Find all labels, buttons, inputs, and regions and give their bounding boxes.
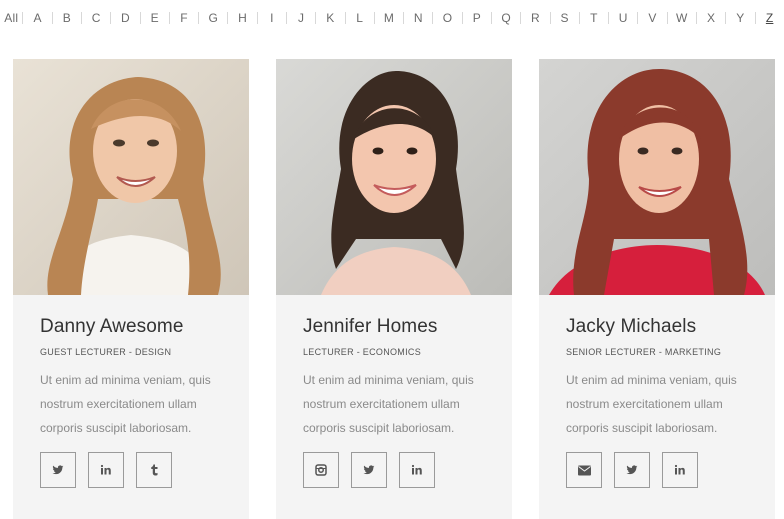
person-name: Jacky Michaels (566, 316, 697, 337)
instagram-button[interactable] (303, 452, 339, 488)
social-links (40, 452, 222, 488)
alpha-filter-c[interactable]: C (82, 8, 110, 28)
alpha-filter-x[interactable]: X (697, 8, 725, 28)
alpha-filter-k[interactable]: K (316, 8, 344, 28)
linkedin-icon (100, 464, 111, 475)
alpha-filter-j[interactable]: J (287, 8, 315, 28)
alpha-filter-t[interactable]: T (580, 8, 608, 28)
alpha-filter-m[interactable]: M (375, 8, 403, 28)
alpha-filter-o[interactable]: O (433, 8, 461, 28)
person-name: Danny Awesome (40, 316, 184, 337)
twitter-icon (363, 465, 375, 475)
linkedin-icon (674, 464, 685, 475)
alpha-filter-b[interactable]: B (53, 8, 81, 28)
twitter-button[interactable] (614, 452, 650, 488)
profile-photo (539, 59, 775, 295)
alpha-filter-u[interactable]: U (609, 8, 637, 28)
team-card: Jennifer Homes LECTURER - ECONOMICS Ut e… (276, 59, 512, 519)
alpha-filter-n[interactable]: N (404, 8, 432, 28)
instagram-icon (315, 464, 327, 476)
profile-photo (13, 59, 249, 295)
alpha-filter-q[interactable]: Q (492, 8, 520, 28)
alpha-filter-h[interactable]: H (228, 8, 256, 28)
tumblr-button[interactable] (136, 452, 172, 488)
linkedin-button[interactable] (662, 452, 698, 488)
alpha-filter-y[interactable]: Y (726, 8, 754, 28)
twitter-icon (626, 465, 638, 475)
alpha-filter-s[interactable]: S (551, 8, 579, 28)
person-name: Jennifer Homes (303, 316, 438, 337)
alpha-filter-v[interactable]: V (638, 8, 666, 28)
team-card: Danny Awesome GUEST LECTURER - DESIGN Ut… (13, 59, 249, 519)
alpha-filter-d[interactable]: D (111, 8, 139, 28)
person-bio: Ut enim ad minima veniam, quis nostrum e… (566, 373, 737, 435)
linkedin-icon (411, 464, 422, 475)
alpha-filter-l[interactable]: L (346, 8, 374, 28)
twitter-button[interactable] (40, 452, 76, 488)
twitter-button[interactable] (351, 452, 387, 488)
alpha-filter-f[interactable]: F (170, 8, 198, 28)
profile-photo (276, 59, 512, 295)
alphabet-filter: All A B C D E F G H I J K L M N O P Q R S T U V W X Y Z (0, 8, 784, 28)
email-button[interactable] (566, 452, 602, 488)
person-bio: Ut enim ad minima veniam, quis nostrum e… (303, 373, 474, 435)
email-icon (577, 465, 591, 475)
twitter-icon (52, 465, 64, 475)
alpha-filter-e[interactable]: E (141, 8, 169, 28)
linkedin-button[interactable] (88, 452, 124, 488)
team-card: Jacky Michaels SENIOR LECTURER - MARKETI… (539, 59, 775, 519)
alpha-filter-a[interactable]: A (23, 8, 51, 28)
tumblr-icon (151, 464, 158, 476)
social-links (566, 452, 748, 488)
alpha-filter-i[interactable]: I (258, 8, 286, 28)
social-links (303, 452, 485, 488)
alpha-filter-w[interactable]: W (668, 8, 696, 28)
alpha-filter-r[interactable]: R (521, 8, 549, 28)
person-bio: Ut enim ad minima veniam, quis nostrum e… (40, 373, 211, 435)
alpha-filter-g[interactable]: G (199, 8, 227, 28)
alpha-filter-p[interactable]: P (463, 8, 491, 28)
alpha-filter-z[interactable]: Z (755, 8, 783, 28)
person-role: LECTURER - ECONOMICS (303, 347, 422, 357)
alpha-filter-all[interactable]: All (0, 8, 22, 28)
linkedin-button[interactable] (399, 452, 435, 488)
person-role: SENIOR LECTURER - MARKETING (566, 347, 722, 357)
person-role: GUEST LECTURER - DESIGN (40, 347, 172, 357)
